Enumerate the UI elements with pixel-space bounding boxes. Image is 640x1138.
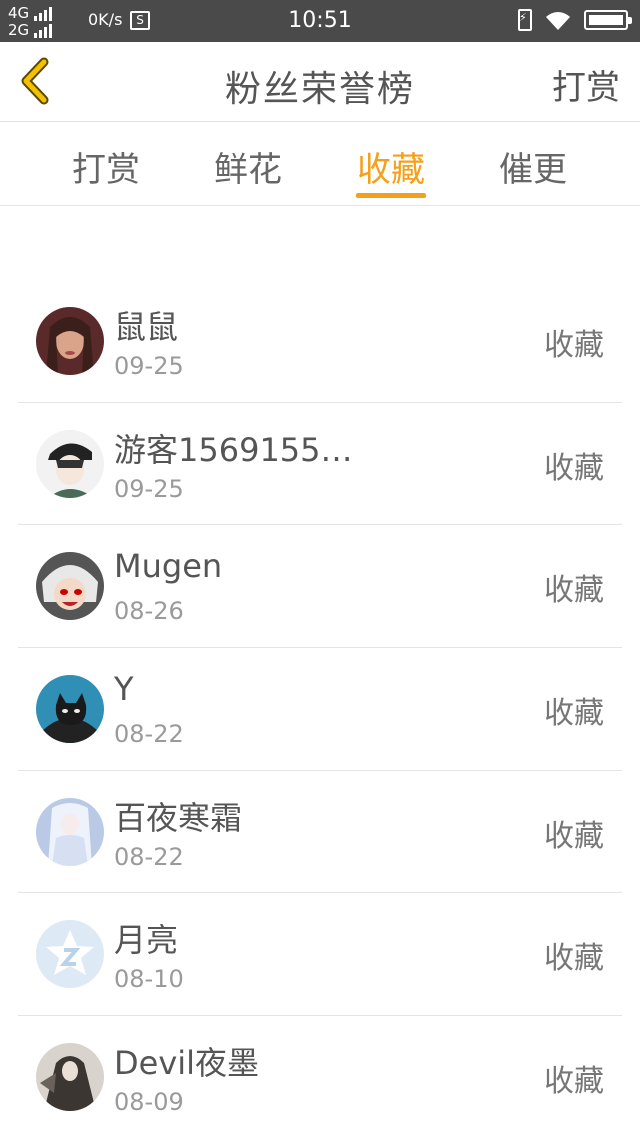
avatar [36, 552, 104, 621]
fan-action: 收藏 [544, 450, 604, 486]
avatar [36, 429, 104, 498]
battery-icon [584, 10, 632, 30]
fan-date: 08-10 [114, 965, 184, 994]
tab-flowers[interactable]: 鲜花 [198, 142, 298, 191]
list-item[interactable]: Y 08-22 收藏 [18, 648, 622, 771]
fan-action: 收藏 [544, 573, 604, 609]
wifi-icon [546, 12, 570, 30]
fan-action: 收藏 [544, 328, 604, 363]
status-bar: 4G 2G 0K/s S 10:51 [0, 0, 640, 42]
tab-urge-update[interactable]: 催更 [483, 142, 583, 191]
fan-date: 08-22 [114, 842, 184, 871]
list-item[interactable]: 鼠鼠 09-25 收藏 [18, 280, 622, 403]
avatar [36, 797, 104, 866]
list-item[interactable]: 百夜寒霜 08-22 收藏 [18, 771, 622, 894]
reward-button[interactable]: 打赏 [552, 60, 620, 109]
tab-favorites[interactable]: 收藏 [341, 142, 441, 191]
page-title: 粉丝荣誉榜 [224, 69, 415, 110]
fan-date: 09-25 [114, 474, 184, 503]
fan-name: Devil夜墨 [114, 1044, 260, 1083]
list-item[interactable]: 游客1569155… 09-25 收藏 [18, 403, 622, 526]
fan-action: 收藏 [544, 941, 604, 977]
fan-name: 月亮 [114, 921, 179, 960]
tab-bar: 打赏 鲜花 收藏 催更 [0, 122, 640, 206]
list-item[interactable]: Devil夜墨 08-09 收藏 [18, 1016, 622, 1138]
fan-name: Y [114, 670, 134, 709]
avatar [36, 307, 104, 375]
fan-name: Mugen [114, 547, 223, 586]
fan-name: 游客1569155… [114, 430, 353, 469]
fan-date: 08-26 [114, 597, 184, 626]
fan-date: 08-22 [114, 720, 184, 749]
fan-action: 收藏 [544, 696, 604, 732]
fan-name: 百夜寒霜 [114, 798, 243, 837]
avatar [36, 1043, 104, 1112]
list-item[interactable]: 月亮 08-10 收藏 [18, 893, 622, 1017]
fan-action: 收藏 [544, 1064, 604, 1100]
fan-date: 08-09 [114, 1088, 184, 1117]
avatar [36, 920, 104, 989]
title-bar: 粉丝荣誉榜 打赏 [0, 42, 640, 122]
fan-name: 鼠鼠 [114, 308, 179, 346]
fan-list: 鼠鼠 09-25 收藏 游客1569155… 09-25 收藏 Mugen 08… [18, 280, 622, 1138]
fan-date: 09-25 [114, 352, 184, 380]
tab-reward[interactable]: 打赏 [56, 142, 156, 191]
list-item[interactable]: Mugen 08-26 收藏 [18, 525, 622, 649]
avatar [36, 675, 104, 744]
fan-action: 收藏 [544, 818, 604, 854]
active-tab-indicator [356, 193, 426, 198]
charging-icon [518, 9, 532, 31]
